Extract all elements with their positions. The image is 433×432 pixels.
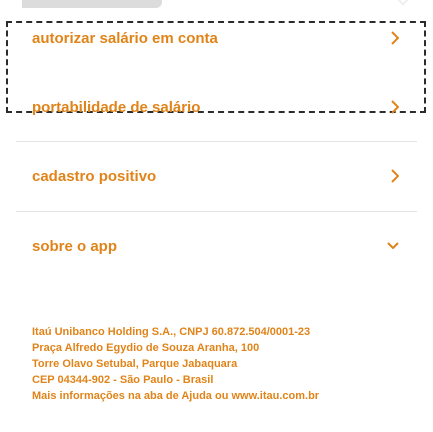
menu-item-sobre-o-app[interactable]: sobre o app: [0, 226, 433, 266]
chevron-right-icon: [391, 31, 399, 45]
chevron-right-icon: [391, 169, 399, 183]
menu-item-label: sobre o app: [32, 237, 118, 255]
divider: [16, 141, 417, 142]
menu-item-portabilidade-salario[interactable]: portabilidade de salário: [0, 87, 433, 127]
menu-item-autorizar-salario[interactable]: autorizar salário em conta: [0, 18, 433, 58]
menu-item-label: autorizar salário em conta: [32, 29, 218, 47]
footer-line: CEP 04344-902 - São Paulo - Brasil: [32, 374, 214, 386]
chevron-right-icon: [391, 100, 399, 114]
menu-item-label: cadastro positivo: [32, 167, 157, 185]
footer-line: Itaú Unibanco Holding S.A., CNPJ 60.872.…: [32, 326, 311, 338]
previous-item-fragment: [22, 0, 162, 8]
chevron-down-icon: [395, 0, 411, 8]
menu-item-cadastro-positivo[interactable]: cadastro positivo: [0, 156, 433, 196]
footer-line: Torre Olavo Setubal, Parque Jabaquara: [32, 358, 238, 370]
company-info: Itaú Unibanco Holding S.A., CNPJ 60.872.…: [32, 324, 412, 404]
footer-line: Praça Alfredo Egydio de Souza Aranha, 10…: [32, 342, 260, 354]
chevron-down-icon: [387, 242, 399, 250]
divider: [16, 211, 417, 212]
footer-line: Mais informações na aba de Ajuda ou www.…: [32, 390, 320, 402]
menu-item-label: portabilidade de salário: [32, 98, 201, 116]
